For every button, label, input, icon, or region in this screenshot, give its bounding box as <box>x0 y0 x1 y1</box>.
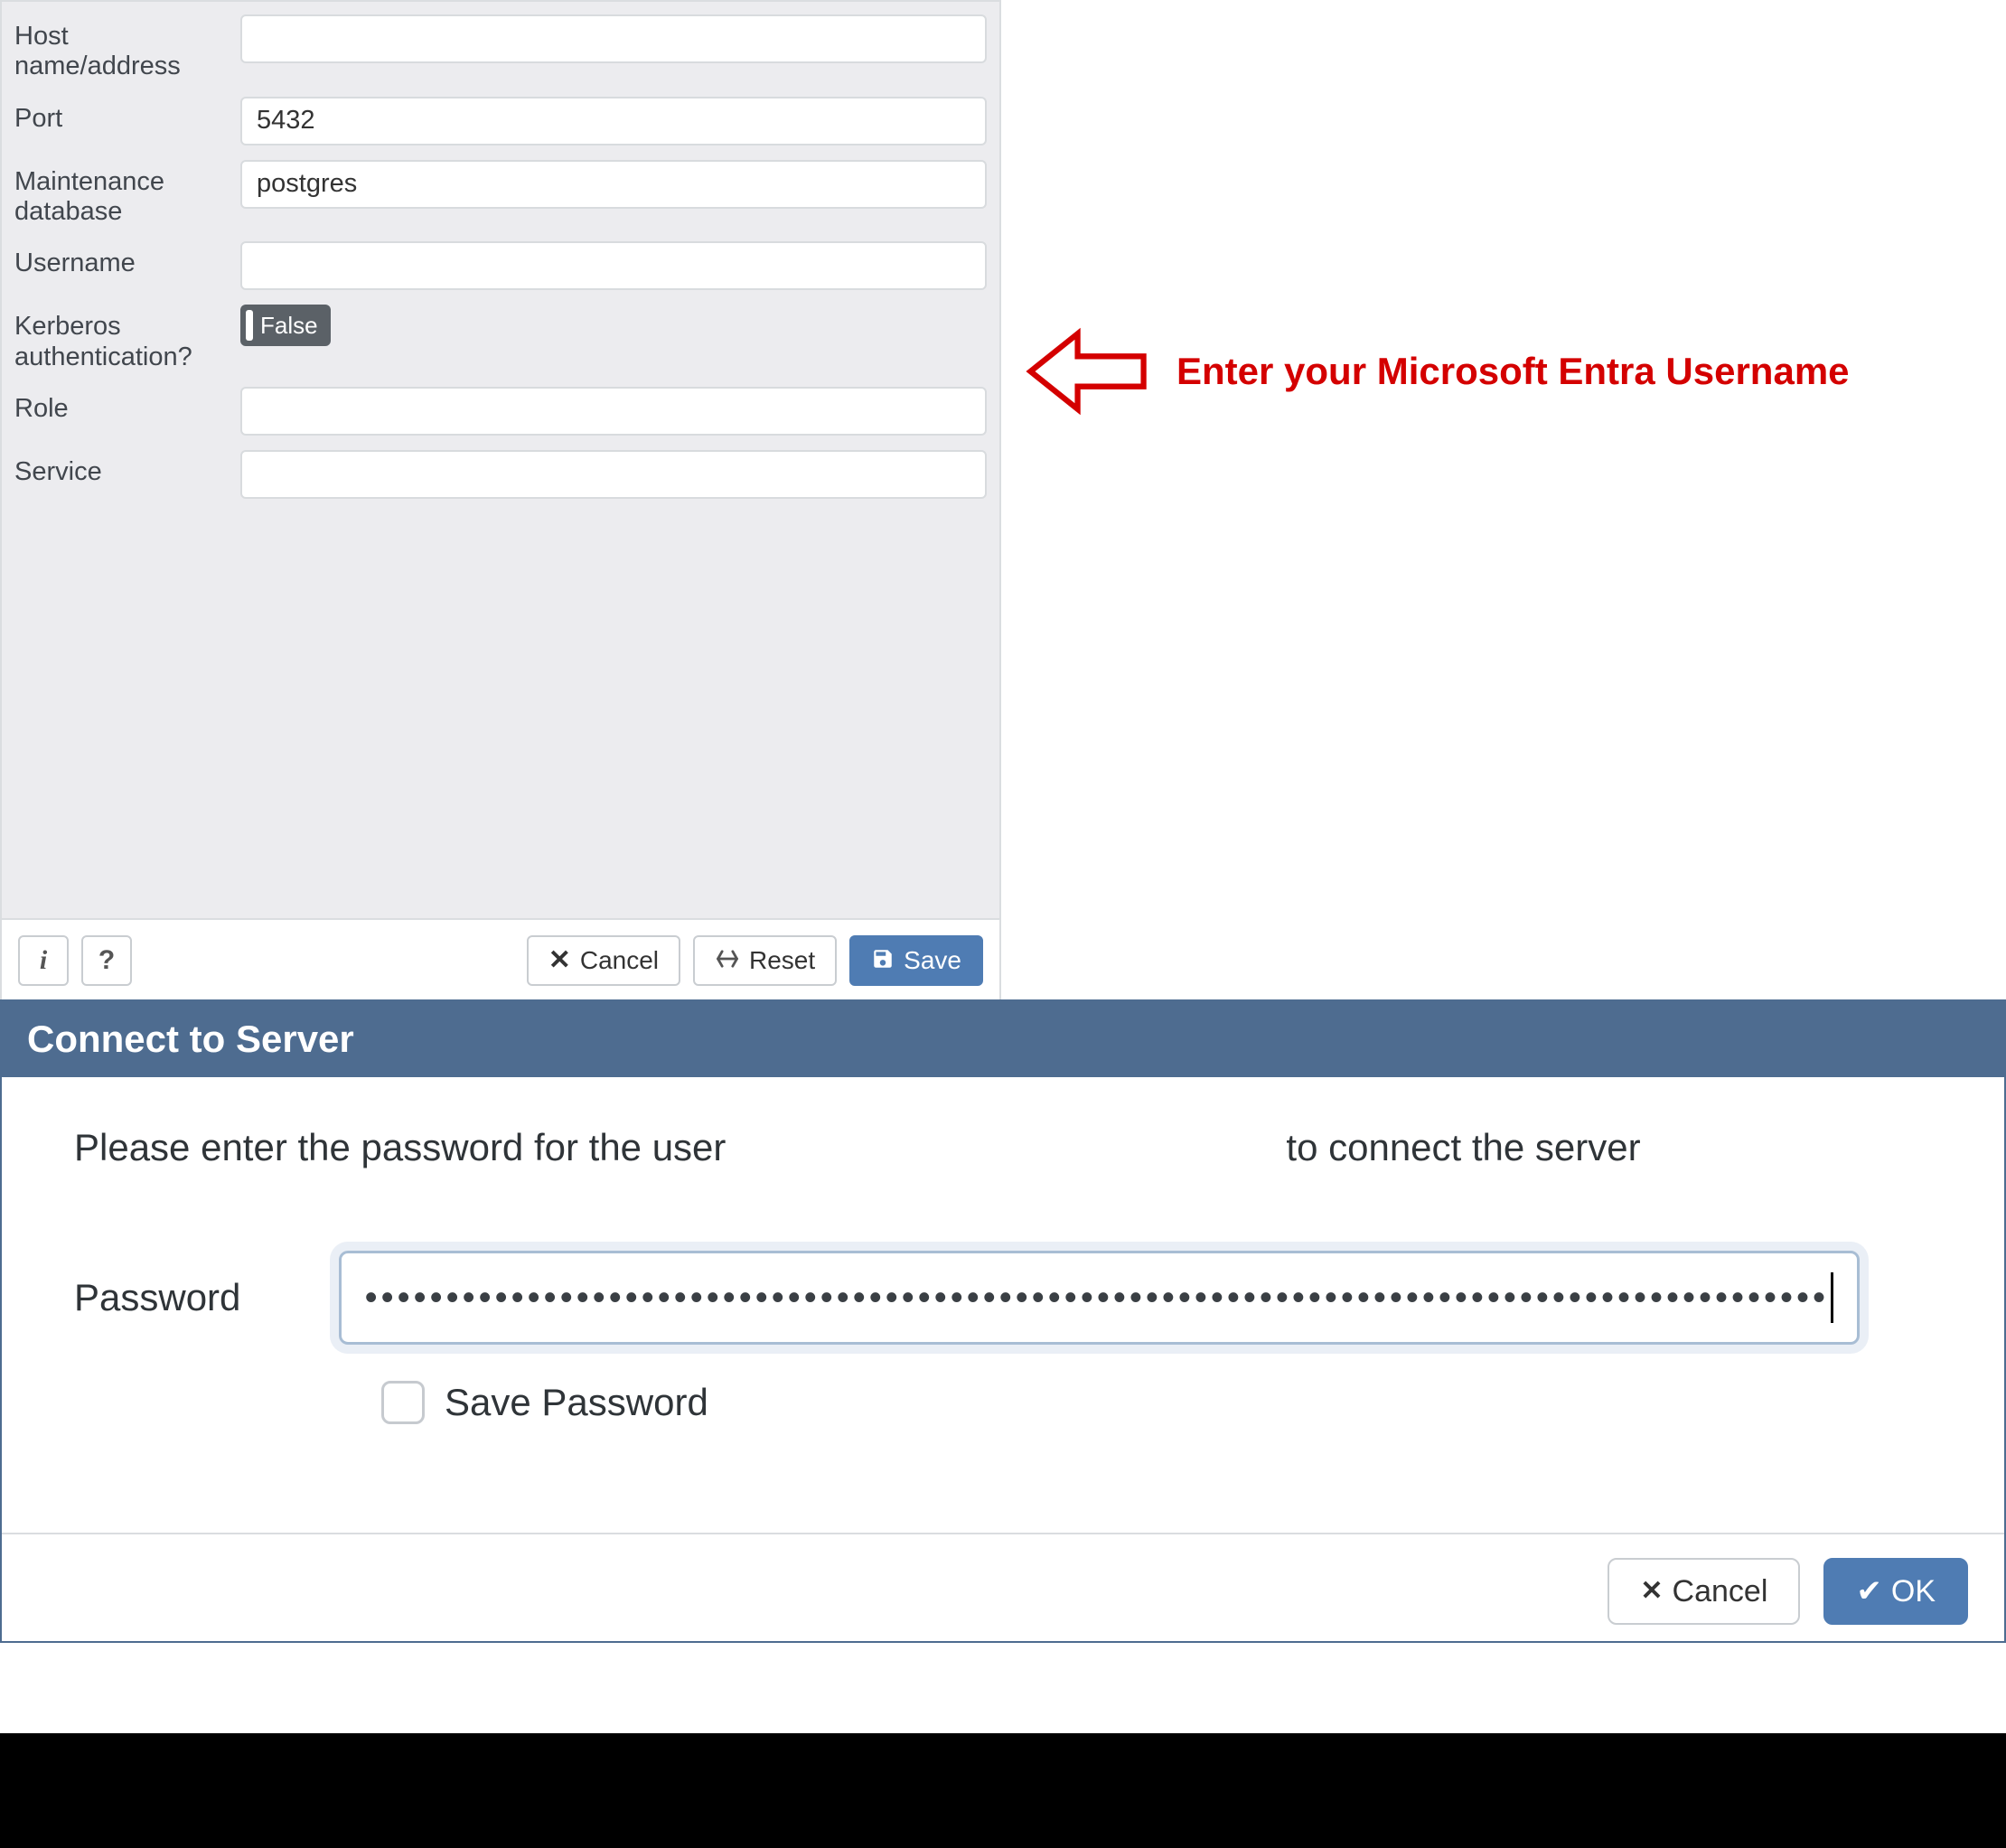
toggle-knob-icon <box>246 310 253 341</box>
info-icon: i <box>40 945 47 976</box>
form-footer: i ? ✕ Cancel Reset <box>2 920 999 1001</box>
prompt-prefix: Please enter the password for the user <box>74 1126 726 1169</box>
dialog-ok-label: OK <box>1891 1574 1936 1609</box>
password-input[interactable]: ••••••••••••••••••••••••••••••••••••••••… <box>339 1251 1860 1345</box>
reset-button-label: Reset <box>749 946 815 975</box>
cropped-region <box>0 1733 2006 1848</box>
save-button[interactable]: Save <box>849 935 983 986</box>
prompt-suffix: to connect the server <box>1286 1126 1640 1169</box>
save-password-label: Save Password <box>445 1381 708 1424</box>
maintenance-db-label: Maintenance database <box>14 160 240 228</box>
password-mask: ••••••••••••••••••••••••••••••••••••••••… <box>365 1278 1829 1318</box>
server-connection-form: Host name/address Port Maintenance datab… <box>0 0 1001 1001</box>
dialog-cancel-button[interactable]: ✕ Cancel <box>1608 1558 1800 1625</box>
close-icon: ✕ <box>1640 1578 1663 1605</box>
maintenance-db-input[interactable] <box>240 160 987 209</box>
kerberos-label: Kerberos authentication? <box>14 305 240 372</box>
reset-button[interactable]: Reset <box>693 935 837 986</box>
host-input[interactable] <box>240 14 987 63</box>
recycle-icon <box>715 946 740 976</box>
check-icon: ✔ <box>1856 1576 1882 1607</box>
port-input[interactable] <box>240 97 987 145</box>
connect-to-server-dialog: Connect to Server Please enter the passw… <box>0 999 2006 1643</box>
password-label: Password <box>74 1276 339 1319</box>
help-button[interactable]: ? <box>81 935 132 986</box>
text-cursor-icon <box>1831 1272 1833 1323</box>
info-button[interactable]: i <box>18 935 69 986</box>
help-icon: ? <box>98 945 115 976</box>
dialog-prompt: Please enter the password for the user t… <box>74 1126 1932 1169</box>
save-button-label: Save <box>904 946 961 975</box>
annotation-text: Enter your Microsoft Entra Username <box>1176 350 1850 393</box>
service-input[interactable] <box>240 450 987 499</box>
kerberos-toggle[interactable]: False <box>240 305 331 346</box>
dialog-title: Connect to Server <box>2 1001 2004 1077</box>
dialog-cancel-label: Cancel <box>1673 1574 1768 1609</box>
save-password-checkbox[interactable] <box>381 1381 425 1424</box>
role-label: Role <box>14 387 240 424</box>
host-label: Host name/address <box>14 14 240 82</box>
username-input[interactable] <box>240 241 987 290</box>
save-icon <box>871 947 895 975</box>
arrow-left-icon <box>1021 322 1153 421</box>
username-label: Username <box>14 241 240 278</box>
service-label: Service <box>14 450 240 487</box>
port-label: Port <box>14 97 240 134</box>
cancel-button-label: Cancel <box>580 946 659 975</box>
dialog-footer: ✕ Cancel ✔ OK <box>2 1533 2004 1641</box>
kerberos-toggle-value: False <box>260 312 318 340</box>
close-icon: ✕ <box>548 947 571 974</box>
dialog-ok-button[interactable]: ✔ OK <box>1823 1558 1968 1625</box>
cancel-button[interactable]: ✕ Cancel <box>527 935 680 986</box>
annotation: Enter your Microsoft Entra Username <box>1021 322 1850 421</box>
role-input[interactable] <box>240 387 987 436</box>
